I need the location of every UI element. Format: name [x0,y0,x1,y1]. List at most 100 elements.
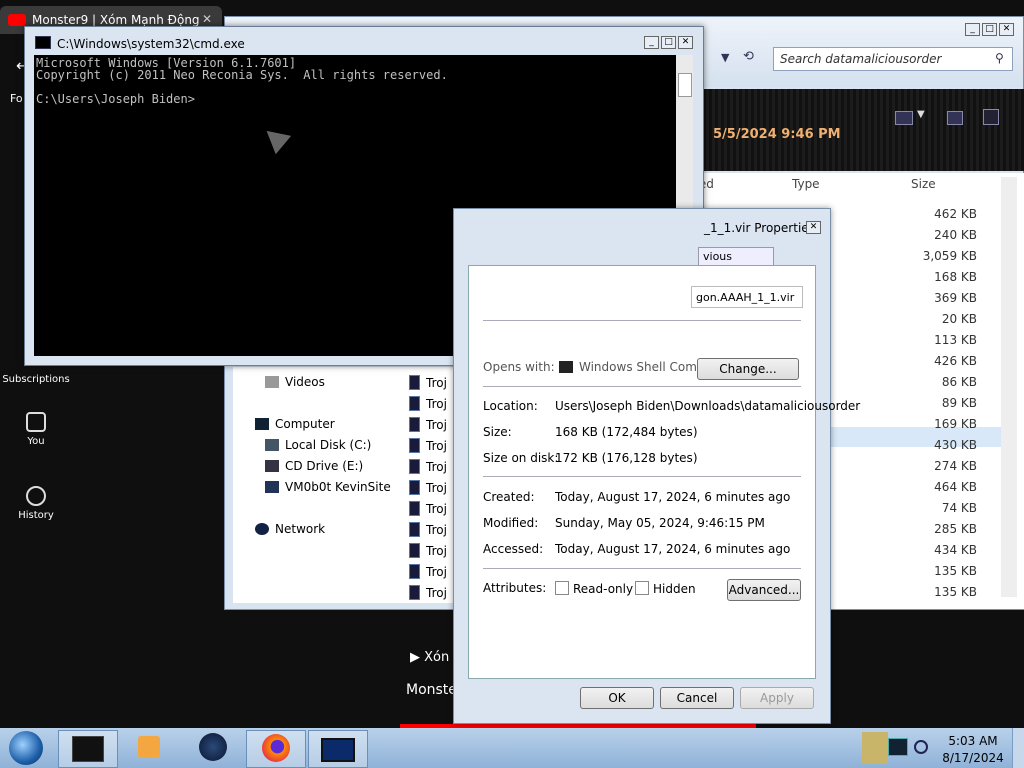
file-row[interactable]: Troj [409,501,447,516]
close-tab-icon[interactable]: ✕ [202,12,212,26]
advanced-button[interactable]: Advanced... [727,579,801,601]
file-row[interactable]: Troj [409,459,447,474]
volume-tray-icon[interactable] [914,740,928,754]
divider [483,320,801,321]
taskbar-media-app[interactable] [120,730,178,766]
sidebar-label: History [18,510,54,521]
show-desktop-button[interactable] [1012,728,1024,768]
nav-cd-drive[interactable]: CD Drive (E:) [265,459,363,473]
disk-icon [265,439,279,451]
file-row[interactable]: Troj [409,480,447,495]
dropdown-arrow-icon[interactable]: ▼ [721,51,729,64]
nav-label: Computer [275,417,335,431]
taskbar-firefox-app[interactable] [246,730,306,768]
attributes-label: Attributes: [483,581,547,595]
preview-pane-icon[interactable] [947,111,963,125]
file-icon [409,375,420,390]
search-icon[interactable]: ⚲ [995,51,1004,65]
view-dropdown-icon[interactable]: ▼ [917,109,925,120]
view-icon[interactable] [895,111,913,125]
nav-network[interactable]: Network [255,522,325,536]
file-row[interactable]: Troj [409,585,447,600]
file-icon [409,543,420,558]
globe-icon [199,733,227,761]
col-type[interactable]: Type [792,177,820,191]
help-icon[interactable] [983,109,999,125]
taskbar-explorer-app[interactable] [184,730,242,766]
cmd-title-bar[interactable]: C:\Windows\system32\cmd.exe [35,36,245,51]
location-value: Users\Joseph Biden\Downloads\datamalicio… [555,399,861,413]
start-button[interactable] [6,730,46,766]
cancel-button[interactable]: Cancel [660,687,734,709]
accessed-value: Today, August 17, 2024, 6 minutes ago [555,542,791,556]
file-row[interactable]: Troj [409,417,447,432]
nav-label: Network [275,522,326,536]
maximize-button[interactable]: □ [982,23,997,36]
search-input[interactable]: Search datamaliciousorder [773,47,1013,71]
hidden-checkbox[interactable]: Hidden [635,581,696,596]
file-size: 135 KB [934,564,977,578]
refresh-icon[interactable]: ⟲ [743,49,754,64]
cmd-icon [35,36,51,49]
file-row[interactable]: Troj [409,564,447,579]
file-size: 168 KB [934,270,977,284]
file-name: Troj [426,460,447,474]
sidebar-item-history[interactable]: History [0,486,72,521]
checkbox-label: Hidden [653,582,696,596]
browser-tab-title: Monster9 | Xóm Mạnh Động 5 [32,13,202,27]
divider [483,476,801,477]
file-size: 240 KB [934,228,977,242]
clock-time: 5:03 AM [948,734,998,748]
minimize-button[interactable]: _ [965,23,980,36]
sidebar-item-subscriptions[interactable]: Subscriptions [0,374,72,385]
tray-app-icon[interactable] [862,732,888,764]
taskbar-console-app[interactable] [308,730,368,768]
cmd-maximize-button[interactable]: □ [661,36,676,49]
divider [483,568,801,569]
file-size: 3,059 KB [922,249,977,263]
size-label: Size: [483,425,512,439]
file-name: Troj [426,523,447,537]
taskbar-cmd-app[interactable] [58,730,118,768]
close-button[interactable]: ✕ [999,23,1014,36]
checkbox-box[interactable] [635,581,649,595]
checkbox-box[interactable] [555,581,569,595]
nav-vm[interactable]: VM0b0t KevinSite [265,480,391,494]
file-row[interactable]: Troj [409,396,447,411]
nav-label: Local Disk (C:) [285,438,372,452]
channel-name[interactable]: Monste [406,682,457,698]
videos-icon [265,376,279,388]
tab-previous-versions[interactable]: vious Versions [698,247,774,276]
ok-button[interactable]: OK [580,687,654,709]
change-button[interactable]: Change... [697,358,799,380]
created-value: Today, August 17, 2024, 6 minutes ago [555,490,791,504]
file-icon [409,585,420,600]
sidebar-item-you[interactable]: You [0,412,72,447]
nav-local-disk[interactable]: Local Disk (C:) [265,438,371,452]
file-size: 285 KB [934,522,977,536]
clock[interactable]: 5:03 AM 8/17/2024 [940,734,1006,765]
cmd-minimize-button[interactable]: _ [644,36,659,49]
terminal-icon [72,736,104,762]
file-row[interactable]: Troj [409,522,447,537]
filename-field[interactable]: gon.AAAH_1_1.vir [691,286,803,308]
nav-videos[interactable]: Videos [265,375,325,389]
network-tray-icon[interactable] [888,738,908,756]
col-size[interactable]: Size [911,177,936,191]
readonly-checkbox[interactable]: Read-only [555,581,633,596]
you-icon [26,412,46,432]
side-partial-text: Fo [10,92,23,105]
file-name: Troj [426,586,447,600]
scroll-thumb[interactable] [678,73,692,97]
nav-computer[interactable]: Computer [255,417,335,431]
properties-dialog: _1_1.vir Properties ✕ vious Versions gon… [453,208,860,724]
dialog-title: _1_1.vir Properties [704,221,815,235]
cmd-close-button[interactable]: ✕ [678,36,693,49]
apply-button[interactable]: Apply [740,687,814,709]
file-row[interactable]: Troj [409,375,447,390]
file-row[interactable]: Troj [409,543,447,558]
file-list-scrollbar[interactable] [1001,177,1017,597]
dialog-close-button[interactable]: ✕ [806,221,821,234]
play-next-item[interactable]: ▶ Xón [410,650,449,665]
file-row[interactable]: Troj [409,438,447,453]
